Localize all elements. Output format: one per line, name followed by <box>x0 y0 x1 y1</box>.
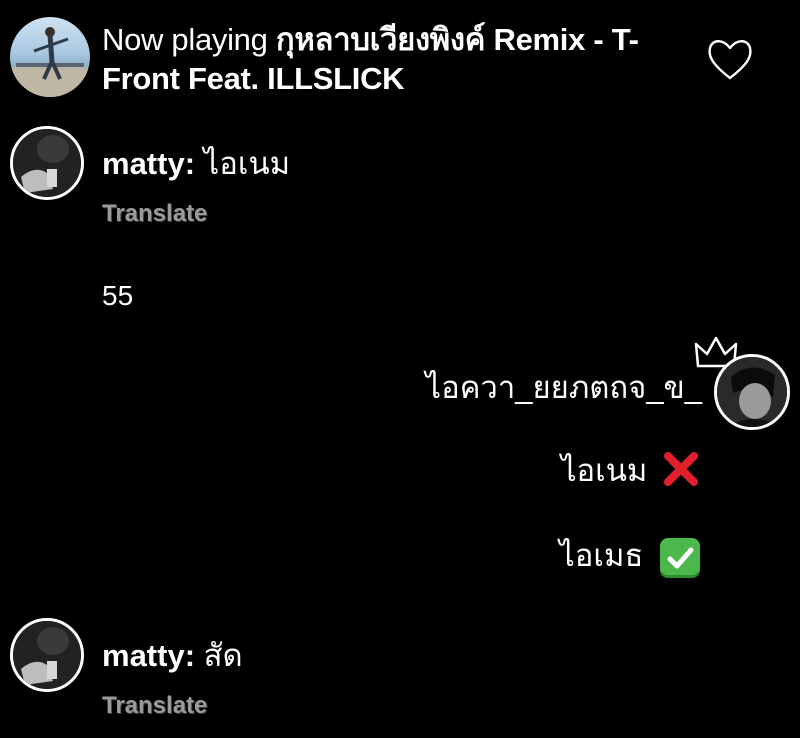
message-text: matty: ไอเนม <box>102 146 290 182</box>
now-playing-label: Now playing <box>102 22 268 57</box>
message-body: 55 <box>102 280 134 311</box>
now-playing-text: Now playing กุหลาบเวียงพิงค์ Remix - T- … <box>102 20 662 98</box>
message-text: ไอเมธ <box>300 538 700 578</box>
avatar[interactable] <box>714 354 790 430</box>
message-body: ไอเนม <box>203 146 291 181</box>
avatar-photo-icon <box>10 27 90 97</box>
user-photo-icon <box>13 129 81 197</box>
message-body: ไอเมธ <box>559 538 644 574</box>
message-username[interactable]: matty: <box>102 146 195 181</box>
cross-mark-icon <box>662 450 700 496</box>
like-button[interactable] <box>706 36 754 82</box>
user-photo-icon <box>13 621 81 689</box>
translate-button[interactable]: Translate <box>102 692 207 720</box>
message-text: ไอเนม <box>300 450 700 496</box>
check-mark-button-icon <box>660 538 700 578</box>
message-body: ไอเนม <box>560 453 648 489</box>
translate-button[interactable]: Translate <box>102 200 207 228</box>
message-body: ไอควา_ยยภตถจ_ข_ <box>425 370 702 405</box>
heart-icon <box>708 40 752 80</box>
now-playing-avatar[interactable] <box>10 17 90 97</box>
user-photo-icon <box>717 357 787 427</box>
avatar[interactable] <box>10 126 84 200</box>
message-username[interactable]: matty: <box>102 638 195 673</box>
message-text: matty: สัด <box>102 638 243 674</box>
message-body: สัด <box>203 638 243 673</box>
avatar[interactable] <box>10 618 84 692</box>
